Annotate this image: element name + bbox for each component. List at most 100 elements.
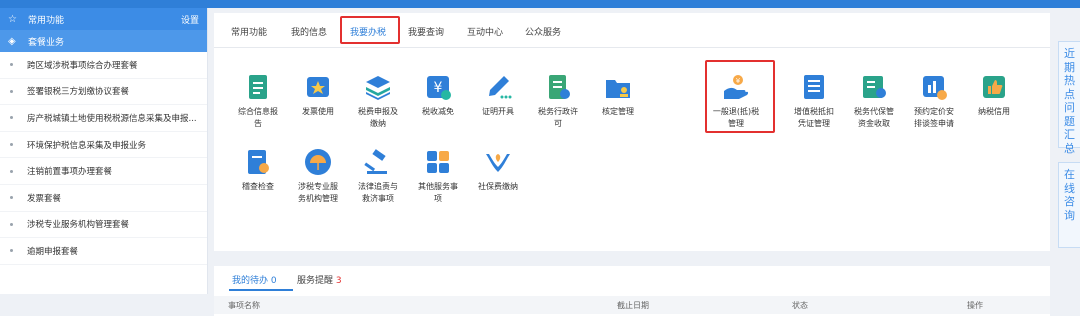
layers-icon: ◈ (8, 35, 16, 47)
service-label-1: 核定管理 (602, 107, 634, 116)
service-label-1: 增值税抵扣 (794, 107, 834, 116)
service-label-2: 可 (554, 119, 562, 128)
service-label-1: 涉税专业服 (298, 182, 338, 191)
service-comprehensive-report[interactable]: 综合信息报告 (230, 73, 286, 130)
service-social-insurance[interactable]: 社保费缴纳 (470, 148, 526, 193)
service-label-1: 社保费缴纳 (478, 182, 518, 191)
sidebar-item[interactable]: 环境保护税信息采集及申报业务 (0, 132, 207, 159)
doc-report-icon (249, 75, 267, 99)
bullet-icon (10, 89, 13, 93)
service-admin-permit[interactable]: 税务行政许可 (530, 73, 586, 130)
layers-icon (366, 76, 390, 100)
sidebar-item-label: 签署银税三方划缴协议套餐 (27, 87, 130, 98)
sidebar-package-header[interactable]: ◈ 套餐业务 (0, 30, 207, 52)
service-label-1: 预约定价安 (914, 107, 954, 116)
service-highlight-box (705, 60, 775, 133)
service-label-1: 稽查检查 (242, 182, 274, 191)
col-action: 操作 (967, 301, 983, 310)
folder-user-icon (606, 80, 630, 98)
tab-service-reminder-label: 服务提醒 (297, 276, 334, 286)
service-label-2: 排谈签申请 (914, 119, 954, 128)
col-item-name: 事项名称 (228, 301, 260, 310)
bullet-icon (10, 169, 13, 173)
sidebar-item-label: 注销前置事项办理套餐 (27, 167, 113, 178)
chart-coin-icon (923, 76, 947, 100)
todo-panel: 我的待办 0 服务提醒 3 事项名称 截止日期 状态 操作 (214, 266, 1050, 316)
sidebar-item-label: 房产税城镇土地使用税税源信息采集及申报... (27, 113, 197, 124)
tab-service-reminder[interactable]: 服务提醒 3 (297, 273, 342, 286)
service-agency-management[interactable]: 涉税专业服务机构管理 (290, 148, 346, 205)
sidebar-item[interactable]: 跨区域涉税事项综合办理套餐 (0, 52, 207, 79)
bullet-icon (10, 143, 13, 147)
sidebar-package-label: 套餐业务 (28, 37, 65, 48)
service-tax-credit[interactable]: 纳税信用 (966, 73, 1022, 118)
thumb-icon (983, 76, 1005, 98)
service-label-2: 资金收取 (858, 119, 890, 128)
sidebar-item[interactable]: 签署银税三方划缴协议套餐 (0, 79, 207, 106)
sidebar-item-label: 发票套餐 (27, 193, 62, 204)
sidebar-item-label: 环境保护税信息采集及申报业务 (27, 140, 147, 151)
settings-link[interactable]: 设置 (181, 13, 199, 26)
safe-icon (863, 76, 886, 98)
service-certificate[interactable]: 证明开具 (470, 73, 526, 118)
service-label-1: 纳税信用 (978, 107, 1010, 116)
tab-my-info[interactable]: 我的信息 (291, 25, 327, 38)
tab-highlight-box (340, 16, 400, 44)
bullet-icon (10, 63, 13, 67)
sidebar-item[interactable]: 逾期申报套餐 (0, 238, 207, 265)
bullet-icon (10, 116, 13, 120)
sidebar-item[interactable]: 发票套餐 (0, 185, 207, 212)
sidebar: ☆ 常用功能 设置 ◈ 套餐业务 跨区域涉税事项综合办理套餐 签署银税三方划缴协… (0, 8, 208, 294)
service-legal-remedy[interactable]: 法律追责与 救济事项 (350, 148, 406, 205)
table-header: 事项名称 截止日期 状态 操作 (214, 296, 1050, 314)
top-bar (0, 0, 1080, 8)
sidebar-item[interactable]: 房产税城镇土地使用税税源信息采集及申报... (0, 105, 207, 132)
service-label-1: 法律追责与 (358, 182, 398, 191)
tab-public-service[interactable]: 公众服务 (525, 25, 561, 38)
service-audit-inspection[interactable]: 稽查检查 (230, 148, 286, 193)
tab-common[interactable]: 常用功能 (231, 25, 267, 38)
col-status: 状态 (792, 301, 808, 310)
panel-gap (214, 251, 1050, 266)
gavel-icon (364, 149, 387, 174)
tab-my-todo[interactable]: 我的待办 0 (232, 273, 277, 286)
bullet-icon (10, 222, 13, 226)
sidebar-item[interactable]: 注销前置事项办理套餐 (0, 158, 207, 185)
service-vat-voucher[interactable]: 增值税抵扣 凭证管理 (786, 73, 842, 130)
invoice-icon (307, 77, 329, 97)
svg-text:¥: ¥ (434, 80, 443, 96)
tab-query[interactable]: 我要查询 (408, 25, 444, 38)
service-invoice-use[interactable]: 发票使用 (290, 73, 346, 118)
service-label-1: 其他服务事 (418, 182, 458, 191)
active-tab-underline (229, 289, 293, 291)
service-custody-funds[interactable]: 税务代保管 资金收取 (846, 73, 902, 130)
social-hands-icon (486, 154, 510, 172)
service-label-1: 税务代保管 (854, 107, 894, 116)
tab-interaction[interactable]: 互动中心 (467, 25, 503, 38)
hot-issues-button[interactable]: 近期热点问题汇总 (1058, 41, 1080, 155)
sidebar-common-header[interactable]: ☆ 常用功能 设置 (0, 8, 207, 30)
sidebar-item-label: 逾期申报套餐 (27, 246, 79, 257)
service-label-2: 告 (254, 119, 262, 128)
sidebar-item-label: 涉税专业服务机构管理套餐 (27, 220, 130, 231)
sidebar-common-label: 常用功能 (28, 15, 65, 26)
service-assessment-management[interactable]: 核定管理 (590, 73, 646, 118)
star-icon: ☆ (8, 13, 17, 25)
service-other[interactable]: 其他服务事项 (410, 148, 466, 205)
service-label-1: 综合信息报 (238, 107, 278, 116)
umbrella-icon (305, 149, 331, 175)
service-label-2: 凭证管理 (798, 119, 830, 128)
yuan-icon: ¥ (427, 76, 451, 100)
service-label-1: 税务行政许 (538, 107, 578, 116)
todo-count: 0 (270, 276, 277, 286)
service-label-1: 证明开具 (482, 107, 514, 116)
service-apa-application[interactable]: 预约定价安排谈签申请 (906, 73, 962, 130)
sidebar-item-label: 跨区域涉税事项综合办理套餐 (27, 60, 138, 71)
main-panel: 常用功能 我的信息 我要办税 我要查询 互动中心 公众服务 综合信息报告 发票使… (214, 13, 1050, 316)
tab-my-todo-label: 我的待办 (232, 276, 269, 286)
online-consult-button[interactable]: 在线咨询 (1058, 162, 1080, 248)
service-tax-reduction[interactable]: ¥ 税收减免 (410, 73, 466, 118)
sidebar-item[interactable]: 涉税专业服务机构管理套餐 (0, 212, 207, 239)
service-label-2: 务机构管理 (298, 194, 338, 203)
service-tax-declaration[interactable]: 税费申报及 缴纳 (350, 73, 406, 130)
